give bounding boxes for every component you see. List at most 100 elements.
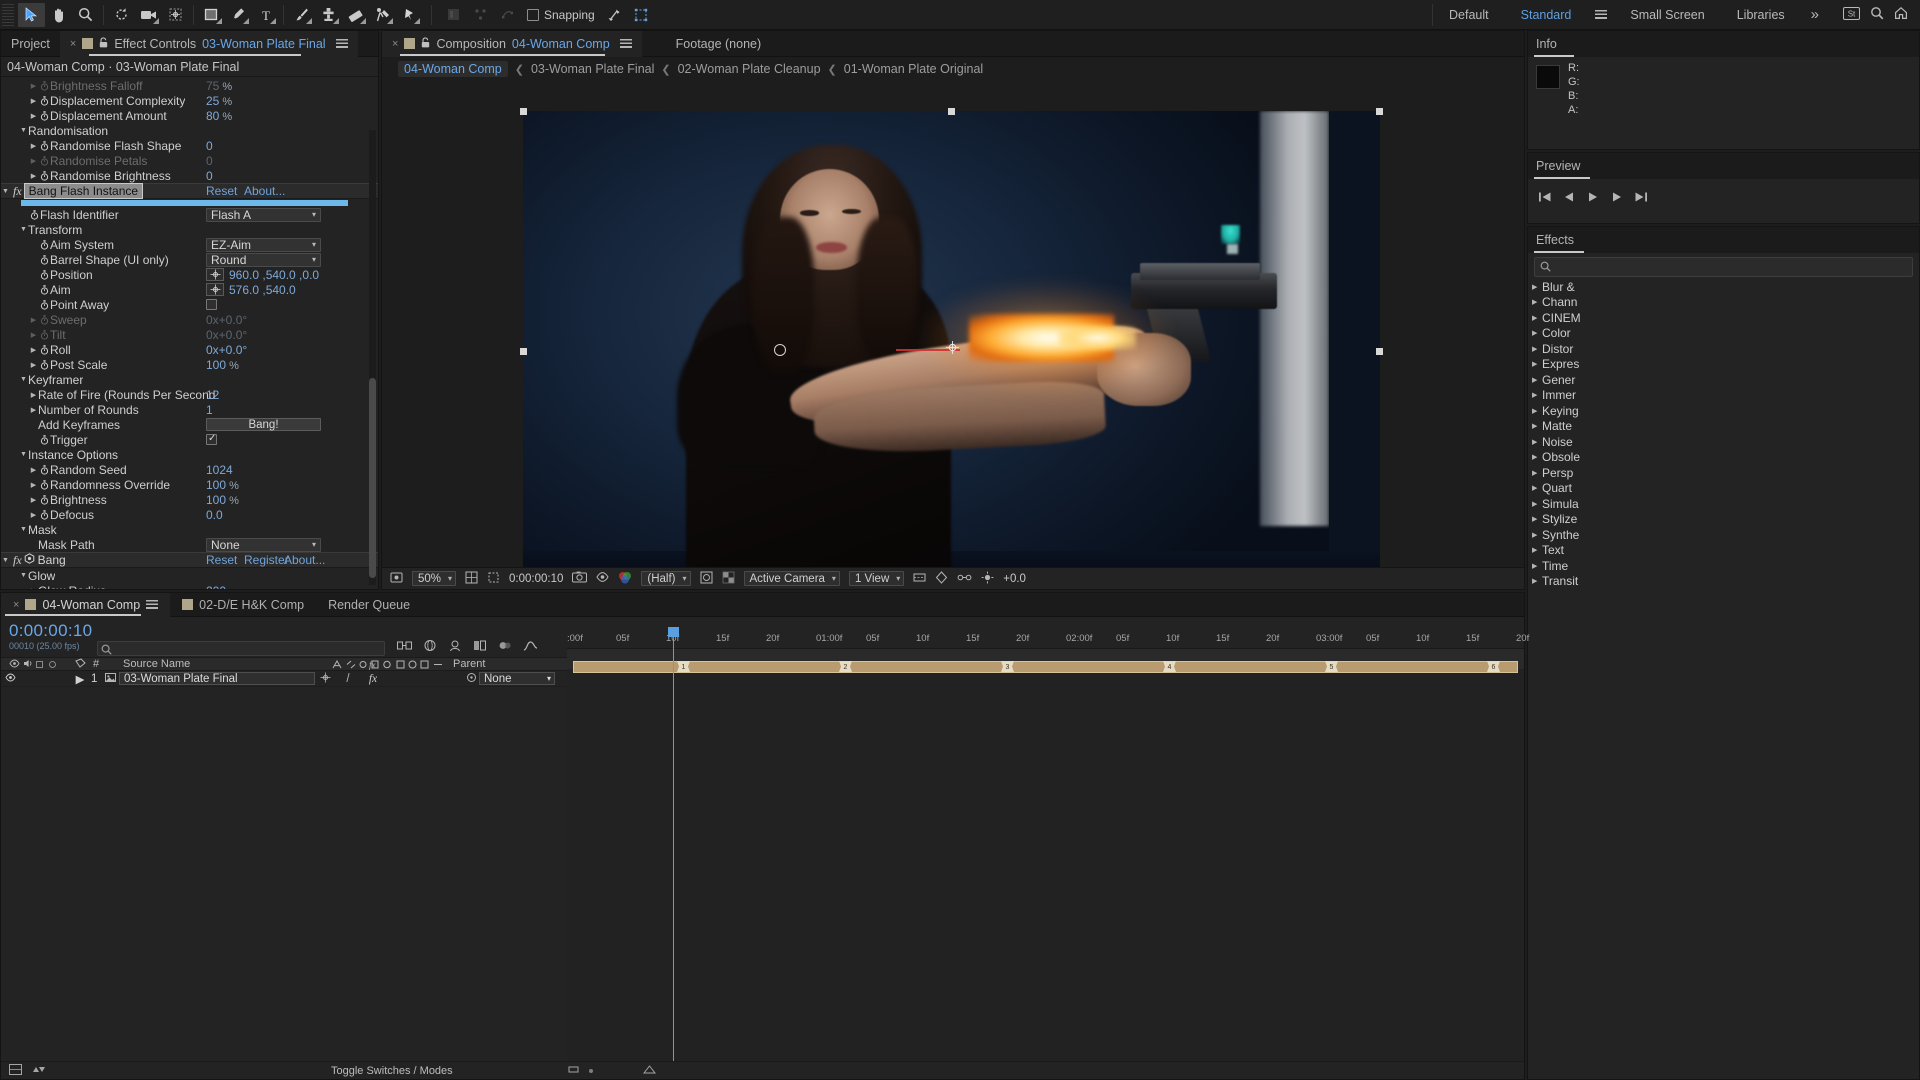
property-value[interactable]: 12 bbox=[206, 388, 219, 402]
property-row[interactable]: ▼ Keyframer bbox=[1, 372, 378, 387]
effects-category-row[interactable]: ▶ Quart bbox=[1528, 481, 1919, 497]
property-value[interactable]: 0.0 bbox=[206, 508, 223, 522]
effects-category-row[interactable]: ▶ Matte bbox=[1528, 419, 1919, 435]
effect-header-row[interactable]: ▼ fx Bang Reset Register About... bbox=[1, 552, 378, 568]
property-value[interactable]: 0 bbox=[206, 139, 213, 153]
brush-tool[interactable] bbox=[288, 3, 315, 27]
property-row[interactable]: ▼ Glow bbox=[1, 568, 378, 583]
effects-category-row[interactable]: ▶ Keying bbox=[1528, 403, 1919, 419]
effects-category-row[interactable]: ▶ Persp bbox=[1528, 465, 1919, 481]
puppet-pin-tool[interactable] bbox=[396, 3, 423, 27]
effect-link-register[interactable]: Register bbox=[244, 553, 289, 567]
effects-category-row[interactable]: ▶ Chann bbox=[1528, 295, 1919, 311]
breadcrumb-item[interactable]: 03-Woman Plate Final bbox=[531, 62, 654, 76]
expand-collapse-icon[interactable] bbox=[32, 1064, 45, 1078]
chevron-right-icon[interactable]: ▶ bbox=[29, 496, 38, 504]
chevron-right-icon[interactable]: ▶ bbox=[29, 331, 38, 339]
chevron-right-icon[interactable]: ▶ bbox=[1532, 469, 1542, 477]
breadcrumb-item[interactable]: 02-Woman Plate Cleanup bbox=[678, 62, 821, 76]
preview-tabbar[interactable]: Preview bbox=[1528, 153, 1919, 179]
aim-point-handle[interactable] bbox=[945, 340, 959, 354]
property-value[interactable]: 0 bbox=[206, 169, 213, 183]
layer-transform-icon[interactable]: / bbox=[335, 673, 361, 685]
effect-controls-list[interactable]: ▶ Brightness Falloff 75 % ▶ Displacement Com… bbox=[1, 78, 378, 589]
info-tabbar[interactable]: Info bbox=[1528, 31, 1919, 57]
property-dropdown[interactable]: Round ▾ bbox=[206, 252, 321, 267]
lock-icon[interactable] bbox=[99, 36, 108, 51]
magnification-icon[interactable] bbox=[390, 571, 403, 587]
effect-controls-scrollbar-thumb[interactable] bbox=[369, 378, 376, 578]
channel-icon[interactable] bbox=[618, 571, 632, 587]
property-row[interactable]: Trigger bbox=[1, 432, 378, 447]
property-row[interactable]: ▼ Mask bbox=[1, 522, 378, 537]
chevron-right-icon[interactable]: ▶ bbox=[29, 466, 38, 474]
frame-blending-icon[interactable] bbox=[473, 639, 487, 655]
shape-tool[interactable] bbox=[198, 3, 225, 27]
chevron-right-icon[interactable]: ▶ bbox=[1532, 314, 1542, 322]
label-column-icon[interactable] bbox=[75, 658, 86, 672]
effect-header-row[interactable]: ▼ fx Bang Flash Instance Reset About... bbox=[1, 183, 378, 199]
property-row[interactable]: Barrel Shape (UI only) Round ▾ bbox=[1, 252, 378, 267]
property-row[interactable]: ▶ Randomise Flash Shape 0 bbox=[1, 138, 378, 153]
play-icon[interactable] bbox=[1586, 191, 1600, 206]
snapping-checkbox[interactable] bbox=[527, 8, 539, 21]
stopwatch-icon[interactable] bbox=[38, 140, 50, 151]
effect-link-reset[interactable]: Reset bbox=[206, 184, 237, 198]
chevron-down-icon[interactable]: ▼ bbox=[19, 451, 28, 458]
snapshot-icon[interactable] bbox=[572, 571, 588, 586]
column-header-source-name[interactable]: Source Name bbox=[123, 658, 190, 670]
close-icon[interactable]: × bbox=[13, 599, 19, 611]
chevron-right-icon[interactable]: ▶ bbox=[29, 97, 38, 105]
property-value[interactable]: 576.0 ,540.0 bbox=[229, 283, 296, 297]
tab-effect-controls[interactable]: × Effect Controls 03-Woman Plate Final bbox=[59, 30, 358, 57]
layer-duration-bar[interactable] bbox=[573, 661, 1518, 673]
stopwatch-icon[interactable] bbox=[38, 170, 50, 181]
chevron-right-icon[interactable]: ▶ bbox=[1532, 438, 1542, 446]
type-tool[interactable]: T bbox=[252, 3, 279, 27]
chevron-down-icon[interactable]: ▼ bbox=[19, 376, 28, 383]
property-row[interactable]: ▶ Number of Rounds 1 bbox=[1, 402, 378, 417]
selection-handle-tl[interactable] bbox=[520, 108, 527, 115]
layer-solo-toggle-icon[interactable] bbox=[36, 661, 43, 668]
motion-blur-icon[interactable] bbox=[498, 639, 512, 655]
mask-shape-icon[interactable] bbox=[494, 3, 521, 27]
effect-name[interactable]: Bang Flash Instance bbox=[23, 183, 144, 199]
workspace-overflow-button[interactable]: » bbox=[1801, 0, 1829, 30]
chevron-down-icon[interactable]: ▼ bbox=[19, 226, 28, 233]
effects-category-row[interactable]: ▶ Immer bbox=[1528, 388, 1919, 404]
effects-category-row[interactable]: ▶ Simula bbox=[1528, 496, 1919, 512]
distribute-icon[interactable] bbox=[467, 3, 494, 27]
viewer-stage[interactable] bbox=[382, 82, 1524, 567]
chevron-right-icon[interactable]: ▶ bbox=[29, 112, 38, 120]
timeline-search-input[interactable] bbox=[97, 641, 385, 656]
chevron-right-icon[interactable]: ▶ bbox=[29, 361, 38, 369]
effects-category-row[interactable]: ▶ Expres bbox=[1528, 357, 1919, 373]
layer-lock-toggle-icon[interactable] bbox=[49, 661, 56, 668]
layer-audio-toggle-icon[interactable] bbox=[23, 659, 33, 671]
grid-guides-icon[interactable] bbox=[465, 571, 478, 587]
breadcrumb-item[interactable]: 01-Woman Plate Original bbox=[844, 62, 983, 76]
property-dropdown[interactable]: Flash A ▾ bbox=[206, 207, 321, 222]
stopwatch-icon[interactable] bbox=[38, 494, 50, 505]
workspace-libraries[interactable]: Libraries bbox=[1721, 0, 1801, 30]
layer-marker[interactable]: 3 bbox=[1001, 661, 1014, 674]
chevron-right-icon[interactable]: ▶ bbox=[1532, 407, 1542, 415]
effects-category-row[interactable]: ▶ Synthe bbox=[1528, 527, 1919, 543]
timeline-track-area[interactable]: 1 2 3 4 5 6 bbox=[567, 649, 1524, 1061]
property-row[interactable]: ▶ Roll 0x+0.0° bbox=[1, 342, 378, 357]
workspace-standard[interactable]: Standard bbox=[1505, 0, 1588, 30]
workspace-default[interactable]: Default bbox=[1433, 0, 1505, 30]
chevron-right-icon[interactable]: ▶ bbox=[29, 391, 38, 399]
property-value[interactable]: 80 % bbox=[206, 109, 232, 123]
eraser-tool[interactable] bbox=[342, 3, 369, 27]
chevron-right-icon[interactable]: ▶ bbox=[29, 82, 38, 90]
layer-name[interactable]: 03-Woman Plate Final bbox=[119, 672, 315, 685]
current-timecode[interactable]: 0:00:00:10 bbox=[9, 621, 92, 641]
stopwatch-icon[interactable] bbox=[38, 269, 50, 280]
timeline-link-icon[interactable] bbox=[957, 571, 972, 587]
chevron-right-icon[interactable]: ▶ bbox=[29, 406, 38, 414]
property-row[interactable]: ▼ Instance Options bbox=[1, 447, 378, 462]
toggle-switches-modes-button[interactable]: Toggle Switches / Modes bbox=[331, 1065, 453, 1077]
layer-track-row[interactable] bbox=[567, 649, 1524, 673]
chevron-right-icon[interactable]: ▶ bbox=[1532, 577, 1542, 585]
